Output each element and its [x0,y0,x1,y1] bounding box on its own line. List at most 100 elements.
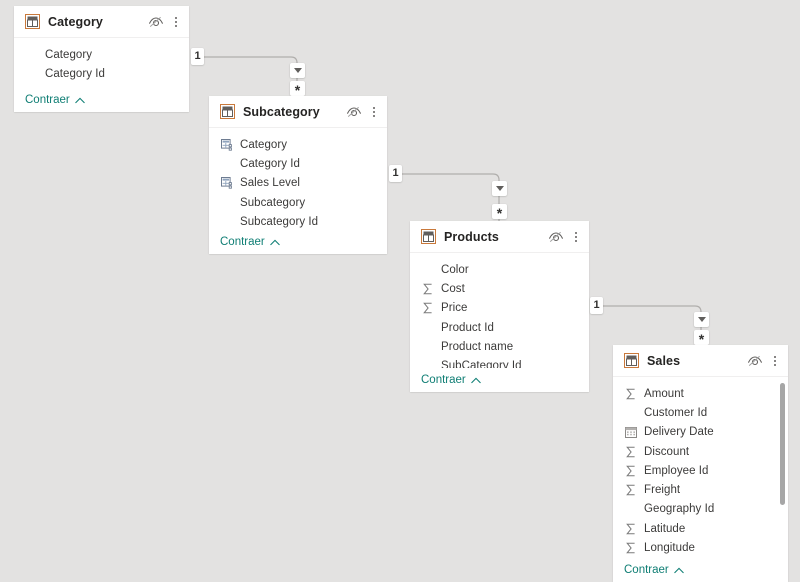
sigma-aggregate-icon [624,387,638,401]
field-row[interactable]: Sales Level [209,174,387,193]
field-list-products: Color Cost Price Product Id Product name SubC… [410,253,589,368]
field-row[interactable]: Subcategory Id [209,212,387,230]
field-label: Category [45,48,93,61]
table-card-subcategory[interactable]: Subcategory Category Category Id Sales Leve… [209,96,387,254]
hierarchy-column-icon [220,177,232,189]
table-icon [25,14,40,29]
hierarchy-column-icon [220,176,234,190]
field-row[interactable]: Employee Id [613,461,788,480]
field-label: Delivery Date [644,426,714,439]
relationship-line-subcategory-products[interactable] [400,172,501,223]
triangle-down-icon [697,317,706,322]
table-card-header-subcategory[interactable]: Subcategory [209,96,387,128]
sigma-aggregate-icon [626,465,635,477]
table-card-category[interactable]: Category Category Category Id Contraer [14,6,189,112]
asterisk-glyph: * [698,331,705,347]
field-row[interactable]: SubCategory Id [410,356,589,368]
field-icon-blank [220,157,234,171]
table-card-footer-products: Contraer [410,368,589,392]
field-row[interactable]: Cost [410,279,589,298]
calendar-date-icon [625,427,637,439]
table-card-scrollbar[interactable] [780,381,785,548]
hide-show-eye-icon[interactable] [747,353,763,369]
field-row[interactable]: Category [14,45,189,64]
field-row[interactable]: Latitude [613,519,788,538]
scrollbar-thumb[interactable] [780,383,785,505]
field-row[interactable]: Product name [410,337,589,356]
field-row[interactable]: Amount [613,384,788,403]
field-row[interactable]: Subcategory [209,193,387,212]
table-card-header-category[interactable]: Category [14,6,189,38]
field-list-sales: Amount Customer Id Delivery Date Discount Em… [613,377,788,558]
asterisk-glyph: * [496,205,503,221]
field-label: SubCategory Id [441,360,522,368]
table-card-footer-subcategory: Contraer [209,230,387,254]
hide-show-eye-icon[interactable] [548,229,564,245]
relationship-line-products-sales[interactable] [601,304,703,347]
cross-filter-direction-arrow-icon-subcategory-products [492,181,507,196]
relationship-line-category-subcategory[interactable] [202,55,299,98]
table-icon [421,229,436,244]
hide-show-eye-icon[interactable] [346,104,362,120]
chevron-up-icon [75,97,85,103]
collapse-toggle-category[interactable]: Contraer [25,94,85,106]
field-row[interactable]: Category [209,135,387,154]
field-label: Latitude [644,522,686,535]
more-options-ellipsis-icon[interactable] [368,104,380,120]
more-options-ellipsis-icon[interactable] [170,14,182,30]
collapse-toggle-products[interactable]: Contraer [421,374,481,386]
field-row[interactable]: Freight [613,480,788,499]
sigma-aggregate-icon [421,282,435,296]
field-row[interactable]: Geography Id [613,500,788,519]
sigma-aggregate-icon [626,523,635,535]
field-label: Category Id [240,157,300,170]
field-row[interactable]: Delivery Date [613,423,788,442]
field-row[interactable]: Category Id [209,154,387,173]
collapse-toggle-sales[interactable]: Contraer [624,564,684,576]
table-header-actions [346,104,380,120]
more-options-ellipsis-icon[interactable] [769,353,781,369]
field-label: Color [441,263,469,276]
sigma-aggregate-icon [624,483,638,497]
table-card-products[interactable]: Products Color Cost Price Product Id Product … [410,221,589,392]
field-label: Amount [644,387,684,400]
field-row[interactable]: Color [410,260,589,279]
more-options-ellipsis-icon[interactable] [570,229,582,245]
table-card-sales[interactable]: Sales Amount Customer Id Delivery Date Disco… [613,345,788,582]
field-row[interactable]: Price [410,299,589,318]
field-icon-blank [421,321,435,335]
table-name-subcategory: Subcategory [243,104,320,119]
sigma-aggregate-icon [624,541,638,555]
hide-show-eye-icon[interactable] [148,14,164,30]
table-card-header-products[interactable]: Products [410,221,589,253]
chevron-up-icon [270,239,280,245]
table-name-sales: Sales [647,353,681,368]
field-row[interactable]: Product Id [410,318,589,337]
field-icon-blank [624,406,638,420]
field-icon-blank [421,340,435,354]
sigma-aggregate-icon [423,283,432,295]
cardinality-many-badge-subcategory-products: * [492,204,507,221]
table-icon [220,104,235,119]
chevron-up-icon [471,377,481,383]
table-header-actions [148,14,182,30]
collapse-toggle-subcategory[interactable]: Contraer [220,236,280,248]
table-header-actions [548,229,582,245]
table-card-footer-category: Contraer [14,88,189,112]
field-row[interactable]: Discount [613,442,788,461]
sigma-aggregate-icon [624,464,638,478]
sigma-aggregate-icon [421,301,435,315]
triangle-down-icon [293,68,302,73]
field-row[interactable]: Longitude [613,538,788,557]
field-label: Freight [644,484,681,497]
cardinality-many-badge-category-subcategory: * [290,81,305,97]
field-row[interactable]: Category Id [14,64,189,83]
field-label: Subcategory Id [240,215,319,228]
field-label: Employee Id [644,464,709,477]
cardinality-many-badge-products-sales: * [694,330,709,347]
cross-filter-direction-arrow-icon-category-subcategory [290,63,305,78]
collapse-label: Contraer [421,374,466,386]
field-label: Geography Id [644,503,715,516]
table-card-header-sales[interactable]: Sales [613,345,788,377]
field-row[interactable]: Customer Id [613,403,788,422]
